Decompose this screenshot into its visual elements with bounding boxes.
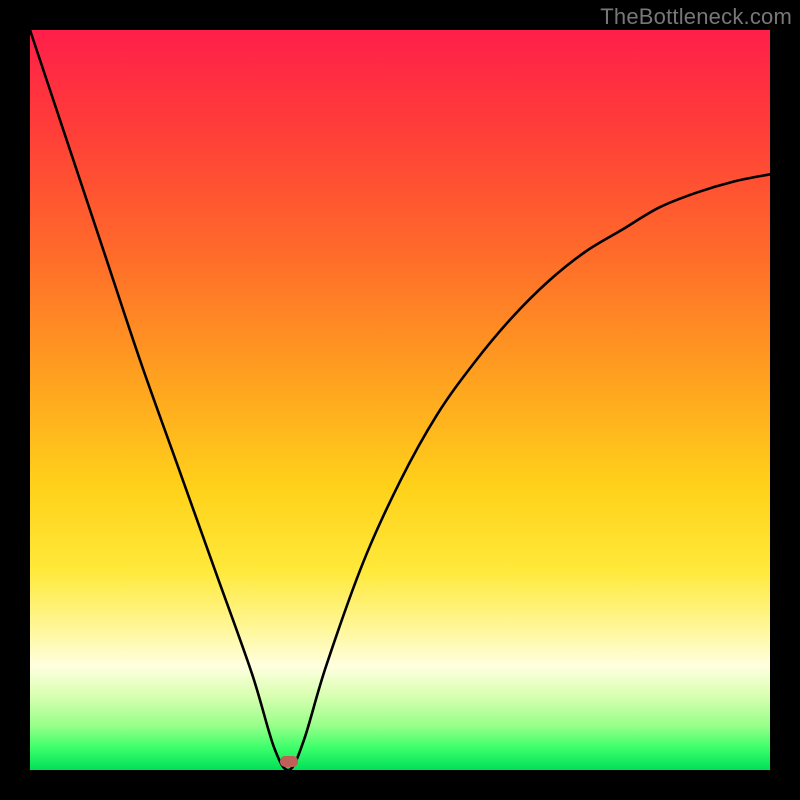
watermark-text: TheBottleneck.com [600,4,792,30]
chart-frame: TheBottleneck.com [0,0,800,800]
optimum-marker [280,756,298,767]
bottleneck-curve [30,30,770,770]
plot-area [30,30,770,770]
